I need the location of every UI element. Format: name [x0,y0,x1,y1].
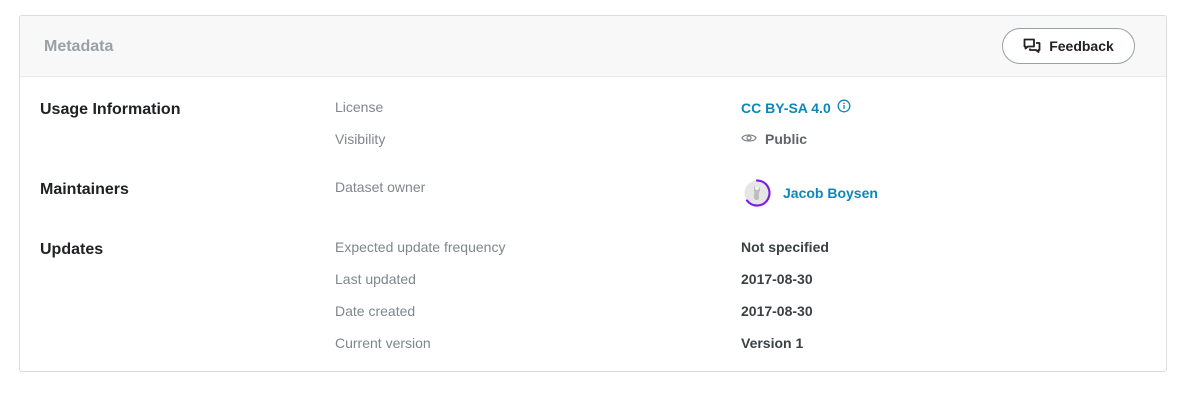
feedback-label: Feedback [1049,38,1114,54]
card-title: Metadata [44,38,114,55]
last-updated-label: Last updated [335,271,416,287]
dataset-owner-value: Jacob Boysen [741,177,878,209]
dataset-owner-label: Dataset owner [335,179,426,195]
owner-link[interactable]: Jacob Boysen [783,185,878,201]
metadata-card: Metadata Feedback Usage Information Lice… [19,15,1167,372]
current-version-value: Version 1 [741,335,804,351]
license-label: License [335,99,384,115]
maintainers-heading: Maintainers [40,181,129,198]
current-version-label: Current version [335,335,431,351]
visibility-text: Public [765,131,808,147]
update-frequency-label: Expected update frequency [335,239,506,255]
license-value: CC BY-SA 4.0 [741,99,851,116]
eye-icon [741,131,757,147]
date-created-value: 2017-08-30 [741,303,813,319]
avatar[interactable] [741,177,773,209]
usage-information-heading: Usage Information [40,101,181,118]
updates-heading: Updates [40,241,104,258]
feedback-button[interactable]: Feedback [1002,28,1135,64]
visibility-value: Public [741,131,807,147]
update-frequency-value: Not specified [741,239,829,255]
last-updated-value: 2017-08-30 [741,271,813,287]
visibility-label: Visibility [335,131,386,147]
info-icon[interactable] [837,99,851,116]
license-link[interactable]: CC BY-SA 4.0 [741,100,831,116]
chat-bubbles-icon [1023,38,1041,54]
date-created-label: Date created [335,303,416,319]
card-header: Metadata Feedback [20,16,1166,77]
